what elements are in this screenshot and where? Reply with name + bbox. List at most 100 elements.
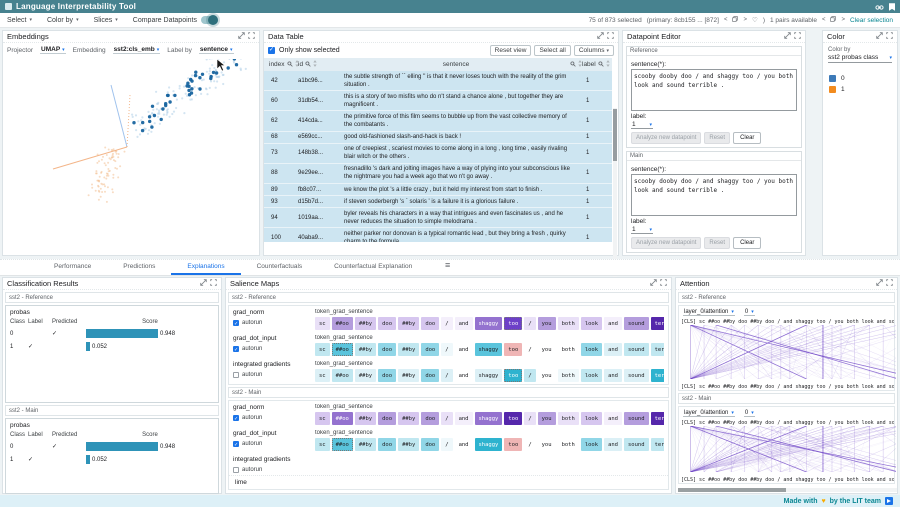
token-chip[interactable]: look: [581, 412, 602, 425]
token-chip[interactable]: look: [581, 369, 602, 382]
prev-datapoint-button[interactable]: <: [724, 17, 728, 23]
maximize-icon[interactable]: [597, 32, 604, 41]
clear-button[interactable]: Clear: [733, 132, 761, 144]
maximize-icon[interactable]: [200, 279, 207, 288]
token-chip[interactable]: and: [604, 369, 622, 382]
token-chip[interactable]: shaggy: [475, 317, 503, 330]
columns-button[interactable]: Columns▾: [574, 45, 614, 56]
analyze-new-datapoint-button[interactable]: Analyze new datapoint: [631, 237, 701, 249]
token-chip[interactable]: ##oo: [332, 317, 353, 330]
prev-pair-button[interactable]: <: [822, 17, 826, 23]
sort-icon[interactable]: [313, 60, 317, 69]
table-row[interactable]: 6031db54...this is a story of two misfit…: [264, 91, 612, 111]
token-chip[interactable]: /: [441, 438, 452, 451]
head-select[interactable]: 0▾: [744, 410, 755, 417]
tab-counterfactual-explanation[interactable]: Counterfactual Explanation: [318, 259, 428, 275]
fullscreen-icon[interactable]: [886, 32, 893, 41]
token-chip[interactable]: /: [441, 343, 452, 356]
tab-performance[interactable]: Performance: [38, 259, 107, 275]
layer-select[interactable]: layer_0/attention▾: [683, 410, 735, 417]
token-chip[interactable]: ##by: [398, 412, 419, 425]
token-chip[interactable]: and: [455, 412, 473, 425]
maximize-icon[interactable]: [238, 32, 245, 41]
autorun-control[interactable]: ✓autorun: [233, 346, 315, 352]
fullscreen-icon[interactable]: [607, 32, 614, 41]
token-chip[interactable]: /: [524, 317, 535, 330]
slices-menu[interactable]: Slices▾: [94, 17, 118, 24]
token-chip[interactable]: ##by: [398, 317, 419, 330]
layer-select[interactable]: layer_0/attention▾: [683, 309, 735, 316]
token-chip[interactable]: too: [504, 317, 522, 330]
autorun-control[interactable]: autorun: [233, 372, 315, 378]
token-chip[interactable]: /: [441, 317, 452, 330]
token-chip[interactable]: both: [558, 412, 579, 425]
autorun-checkbox[interactable]: ✓: [233, 346, 239, 352]
attention-h-scrollbar[interactable]: [678, 488, 897, 492]
token-chip[interactable]: doo: [421, 317, 439, 330]
tab-explanations[interactable]: Explanations: [171, 259, 240, 275]
token-chip[interactable]: ##oo: [332, 438, 353, 451]
scrollbar-thumb[interactable]: [678, 488, 786, 492]
token-chip[interactable]: too: [504, 369, 522, 382]
docs-icon[interactable]: [889, 0, 895, 16]
token-chip[interactable]: and: [455, 438, 473, 451]
search-icon[interactable]: [305, 61, 311, 69]
token-chip[interactable]: too: [504, 343, 522, 356]
token-chip[interactable]: doo: [421, 412, 439, 425]
table-row[interactable]: 62414cda...the primitive force of this f…: [264, 111, 612, 131]
token-chip[interactable]: sc: [315, 343, 330, 356]
autorun-control[interactable]: ✓autorun: [233, 441, 315, 447]
sentence-textarea[interactable]: scooby dooby doo / and shaggy too / you …: [631, 69, 797, 111]
token-chip[interactable]: doo: [421, 438, 439, 451]
autorun-checkbox[interactable]: [233, 467, 239, 473]
autorun-checkbox[interactable]: [233, 372, 239, 378]
token-chip[interactable]: ##by: [355, 343, 376, 356]
token-chip[interactable]: terrible: [651, 369, 664, 382]
table-row[interactable]: 889e29ee...fresnadillo 's dark and jolti…: [264, 164, 612, 184]
maximize-icon[interactable]: [784, 32, 791, 41]
token-chip[interactable]: ##by: [355, 412, 376, 425]
token-chip[interactable]: sound: [624, 317, 649, 330]
clear-button[interactable]: Clear: [733, 237, 761, 249]
token-chip[interactable]: both: [558, 343, 579, 356]
token-chip[interactable]: ##oo: [332, 343, 353, 356]
next-pair-button[interactable]: >: [841, 17, 845, 23]
token-chip[interactable]: terrible: [651, 343, 664, 356]
projector-select[interactable]: UMAP▾: [40, 46, 66, 54]
token-chip[interactable]: terrible: [651, 412, 664, 425]
token-chip[interactable]: you: [538, 369, 556, 382]
head-select[interactable]: 0▾: [744, 309, 755, 316]
autorun-checkbox[interactable]: ✓: [233, 415, 239, 421]
token-chip[interactable]: and: [455, 317, 473, 330]
token-chip[interactable]: doo: [378, 369, 396, 382]
token-chip[interactable]: sound: [624, 412, 649, 425]
autorun-checkbox[interactable]: ✓: [233, 320, 239, 326]
token-chip[interactable]: you: [538, 412, 556, 425]
token-chip[interactable]: /: [441, 369, 452, 382]
autorun-checkbox[interactable]: ✓: [233, 441, 239, 447]
table-row[interactable]: 93d15b7d...if steven soderbergh 's ` sol…: [264, 196, 612, 208]
select-menu[interactable]: Select▾: [7, 17, 32, 24]
token-chip[interactable]: sc: [315, 438, 330, 451]
table-row[interactable]: 10040aba9...neither parker nor donovan i…: [264, 228, 612, 242]
fullscreen-icon[interactable]: [248, 32, 255, 41]
token-chip[interactable]: sound: [624, 343, 649, 356]
embedding-scatterplot[interactable]: [3, 59, 257, 253]
token-chip[interactable]: doo: [378, 343, 396, 356]
token-chip[interactable]: and: [604, 412, 622, 425]
token-chip[interactable]: ##oo: [332, 412, 353, 425]
token-chip[interactable]: too: [504, 412, 522, 425]
token-chip[interactable]: look: [581, 438, 602, 451]
fullscreen-icon[interactable]: [210, 279, 217, 288]
autorun-control[interactable]: ✓autorun: [233, 415, 315, 421]
token-chip[interactable]: both: [558, 317, 579, 330]
search-icon[interactable]: [598, 61, 604, 69]
table-row[interactable]: 42a1bc96...the subtle strength of `` ell…: [264, 71, 612, 91]
table-scrollbar[interactable]: [613, 108, 617, 280]
label-select[interactable]: 1▾: [631, 226, 653, 234]
token-chip[interactable]: doo: [378, 317, 396, 330]
maximize-icon[interactable]: [650, 279, 657, 288]
only-show-selected-checkbox[interactable]: ✓: [268, 47, 275, 54]
token-chip[interactable]: ##by: [398, 343, 419, 356]
token-chip[interactable]: you: [538, 343, 556, 356]
